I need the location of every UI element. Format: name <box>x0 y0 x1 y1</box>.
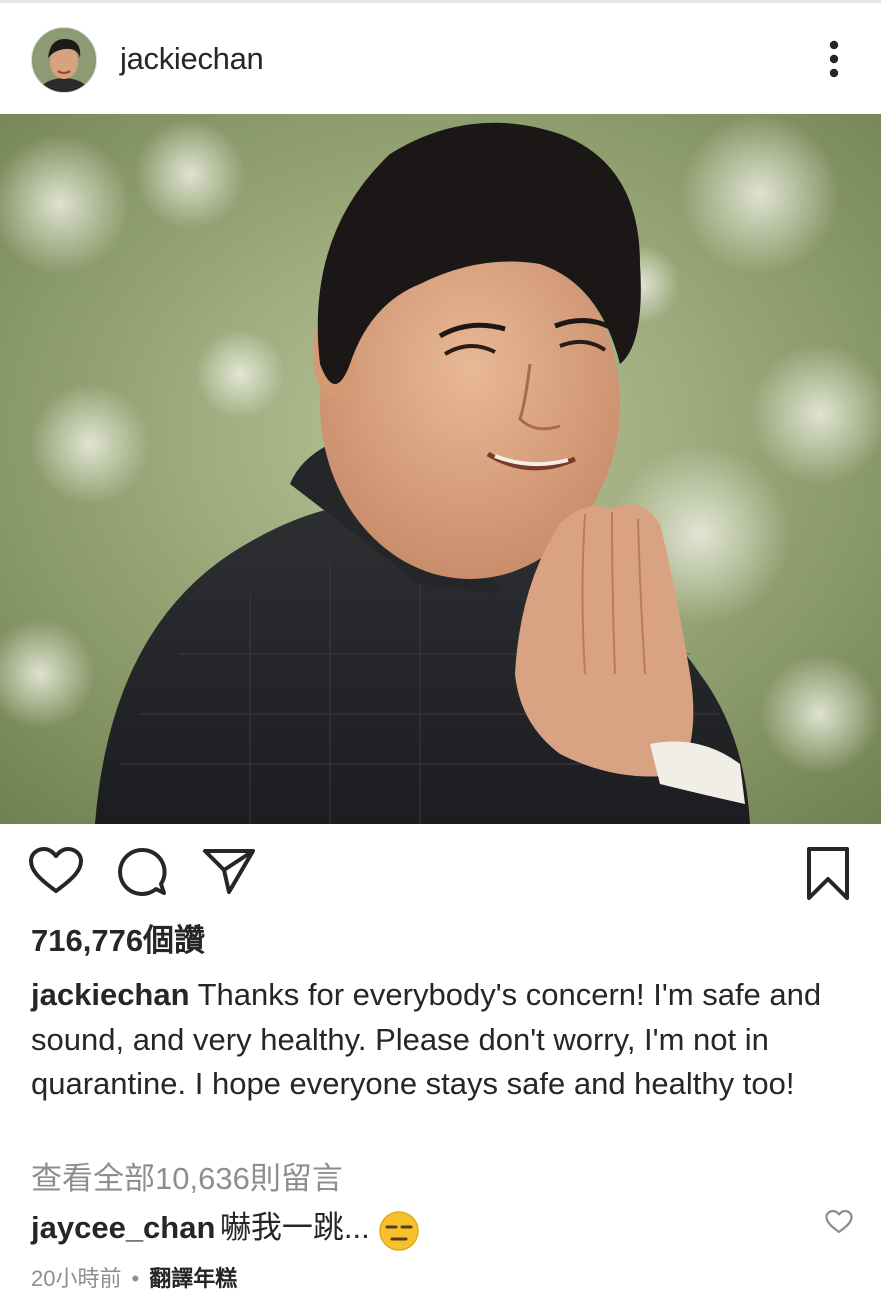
heart-outline-icon[interactable] <box>28 846 84 901</box>
comment-timestamp: 20小時前 <box>31 1266 122 1291</box>
comment-meta: 20小時前 • 翻譯年糕 <box>31 1264 237 1294</box>
post-photo[interactable] <box>0 114 881 824</box>
expressionless-face-icon <box>378 1210 420 1252</box>
more-options-icon[interactable] <box>818 39 850 83</box>
view-all-comments-link[interactable]: 查看全部10,636則留言 <box>31 1157 343 1201</box>
comment-text: 嚇我一跳... <box>219 1210 370 1245</box>
comment-heart-icon[interactable] <box>825 1209 853 1240</box>
meta-separator: • <box>131 1266 140 1291</box>
bookmark-icon[interactable] <box>804 846 852 907</box>
paper-plane-icon[interactable] <box>202 846 256 901</box>
comment-bubble-icon[interactable] <box>116 846 168 903</box>
caption-username[interactable]: jackiechan <box>31 977 190 1012</box>
avatar[interactable] <box>31 27 97 93</box>
like-count[interactable]: 716,776個讚 <box>31 921 205 961</box>
comment-username[interactable]: jaycee_chan <box>31 1210 215 1245</box>
comment-item: jaycee_chan 嚇我一跳... <box>31 1205 861 1253</box>
translate-link[interactable]: 翻譯年糕 <box>149 1266 237 1291</box>
post-photo-image <box>0 114 881 824</box>
post-header: jackiechan <box>0 3 881 112</box>
header-username[interactable]: jackiechan <box>120 41 264 77</box>
post-actions-bar <box>0 840 881 910</box>
post-caption: jackiechan Thanks for everybody's concer… <box>31 973 846 1107</box>
avatar-image <box>32 28 96 92</box>
